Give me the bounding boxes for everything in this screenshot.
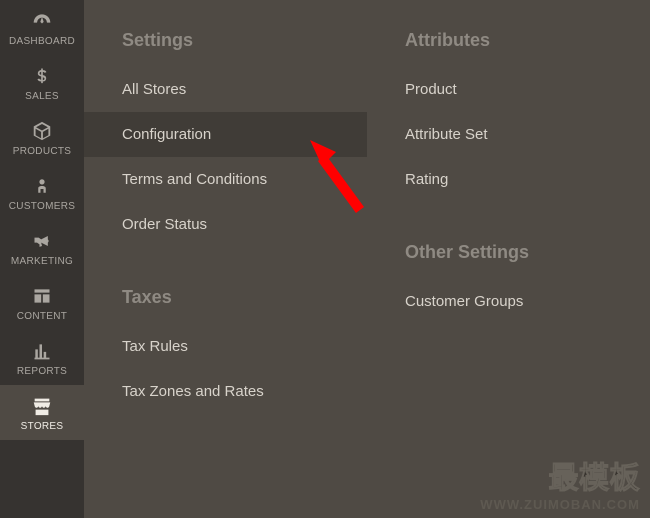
- watermark-url: WWW.ZUIMOBAN.COM: [480, 497, 640, 512]
- dollar-icon: [29, 65, 55, 87]
- menu-tax-rules[interactable]: Tax Rules: [84, 324, 367, 369]
- nav-content[interactable]: CONTENT: [0, 275, 84, 330]
- flyout-col-1: Settings All Stores Configuration Terms …: [84, 0, 367, 518]
- nav-label: PRODUCTS: [13, 146, 72, 157]
- nav-label: SALES: [25, 91, 59, 102]
- gauge-icon: [29, 10, 55, 32]
- section-attributes-title: Attributes: [367, 30, 650, 67]
- section-taxes-title: Taxes: [84, 247, 367, 324]
- stores-flyout: Settings All Stores Configuration Terms …: [84, 0, 650, 518]
- menu-configuration[interactable]: Configuration: [84, 112, 367, 157]
- megaphone-icon: [29, 230, 55, 252]
- nav-label: MARKETING: [11, 256, 73, 267]
- section-other-settings-title: Other Settings: [367, 202, 650, 279]
- nav-label: CUSTOMERS: [9, 201, 75, 212]
- watermark-cn: 最模板: [480, 453, 640, 497]
- nav-marketing[interactable]: MARKETING: [0, 220, 84, 275]
- nav-products[interactable]: PRODUCTS: [0, 110, 84, 165]
- menu-product[interactable]: Product: [367, 67, 650, 112]
- watermark: 最模板 WWW.ZUIMOBAN.COM: [480, 453, 640, 512]
- menu-all-stores[interactable]: All Stores: [84, 67, 367, 112]
- admin-sidebar: DASHBOARD SALES PRODUCTS CUSTOMERS MARKE…: [0, 0, 84, 518]
- menu-tax-zones-and-rates[interactable]: Tax Zones and Rates: [84, 369, 367, 414]
- nav-label: STORES: [21, 421, 64, 432]
- section-settings-title: Settings: [84, 30, 367, 67]
- nav-sales[interactable]: SALES: [0, 55, 84, 110]
- menu-order-status[interactable]: Order Status: [84, 202, 367, 247]
- nav-stores[interactable]: STORES: [0, 385, 84, 440]
- layout-icon: [29, 285, 55, 307]
- nav-customers[interactable]: CUSTOMERS: [0, 165, 84, 220]
- nav-label: REPORTS: [17, 366, 67, 377]
- menu-terms-and-conditions[interactable]: Terms and Conditions: [84, 157, 367, 202]
- nav-label: DASHBOARD: [9, 36, 75, 47]
- menu-rating[interactable]: Rating: [367, 157, 650, 202]
- bars-icon: [29, 340, 55, 362]
- cube-icon: [29, 120, 55, 142]
- menu-attribute-set[interactable]: Attribute Set: [367, 112, 650, 157]
- store-icon: [29, 395, 55, 417]
- nav-dashboard[interactable]: DASHBOARD: [0, 0, 84, 55]
- flyout-col-2: Attributes Product Attribute Set Rating …: [367, 0, 650, 518]
- nav-label: CONTENT: [17, 311, 67, 322]
- nav-reports[interactable]: REPORTS: [0, 330, 84, 385]
- menu-customer-groups[interactable]: Customer Groups: [367, 279, 650, 324]
- person-icon: [29, 175, 55, 197]
